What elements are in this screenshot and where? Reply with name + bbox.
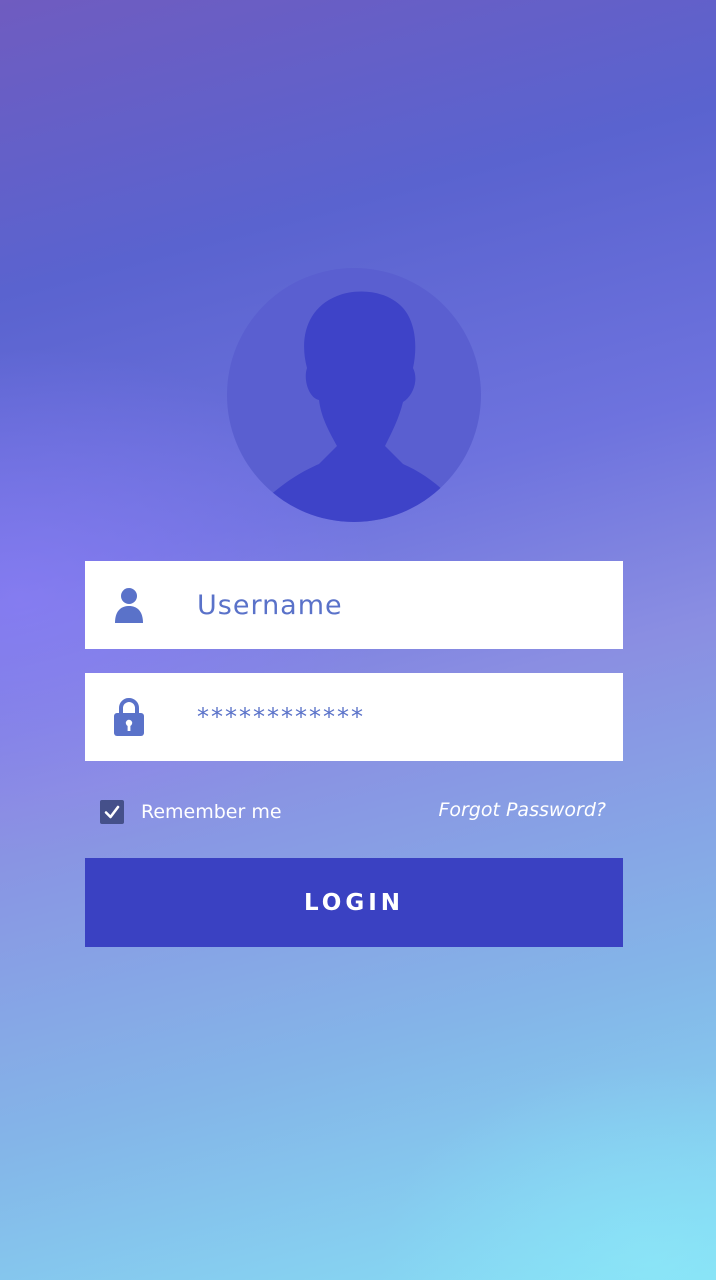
user-icon	[113, 585, 145, 625]
login-button[interactable]: LOGIN	[85, 858, 623, 947]
username-input[interactable]	[197, 561, 597, 649]
user-silhouette-icon	[267, 291, 447, 522]
remember-me[interactable]: Remember me	[100, 799, 282, 825]
remember-me-label: Remember me	[141, 801, 282, 823]
lock-icon	[113, 697, 145, 737]
forgot-password-link[interactable]: Forgot Password?	[438, 799, 606, 821]
password-input[interactable]	[197, 673, 597, 761]
remember-me-checkbox[interactable]	[100, 800, 124, 824]
profile-avatar	[227, 268, 481, 522]
check-icon	[104, 805, 120, 819]
username-field[interactable]	[85, 561, 623, 649]
password-field[interactable]	[85, 673, 623, 761]
